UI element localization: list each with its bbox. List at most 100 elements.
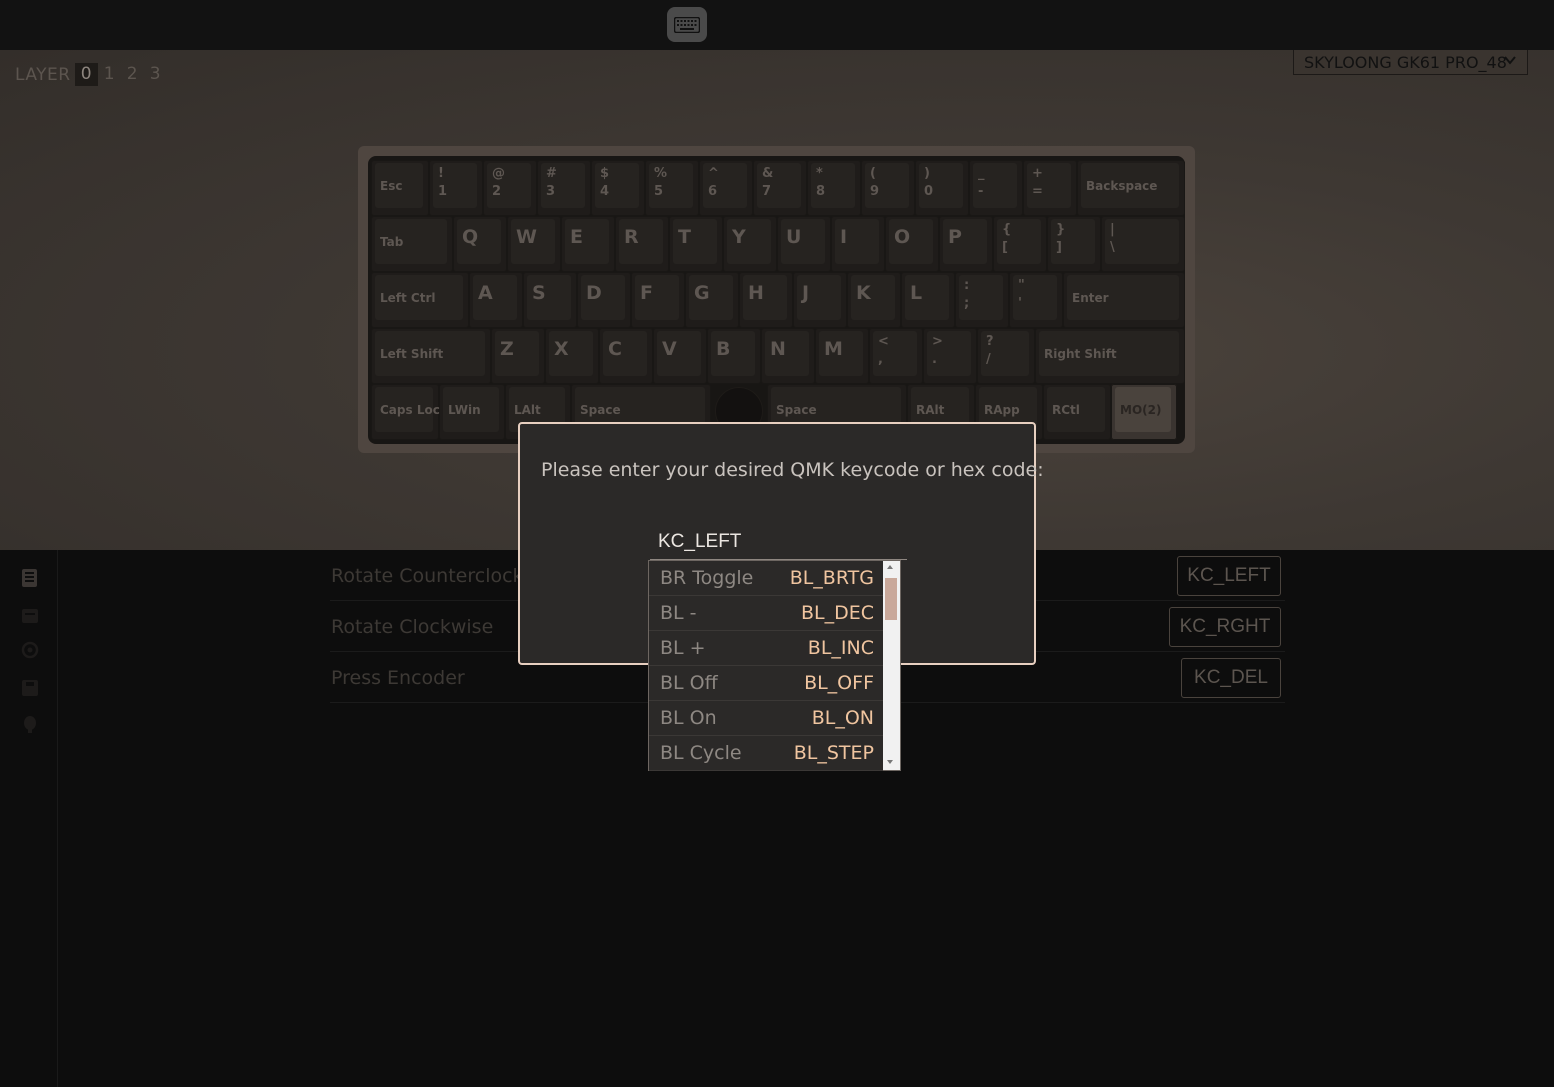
key-label: Caps Loc — [380, 403, 440, 417]
key[interactable]: & 7 — [753, 160, 807, 216]
keymap-icon[interactable] — [20, 568, 40, 588]
device-select[interactable]: SKYLOONG GK61 PRO_48 — [1293, 50, 1528, 75]
suggestion-item[interactable]: BL Cycle BL_STEP — [649, 736, 883, 771]
key[interactable]: Enter — [1063, 272, 1185, 328]
key[interactable]: LWin — [439, 384, 505, 440]
key[interactable]: X — [545, 328, 599, 384]
key[interactable]: C — [599, 328, 653, 384]
key[interactable]: L — [901, 272, 955, 328]
key-label: [ — [1002, 240, 1008, 255]
key[interactable]: B — [707, 328, 761, 384]
key-label: D — [586, 282, 602, 304]
key-label: Space — [580, 403, 621, 417]
key[interactable]: Backspace — [1077, 160, 1185, 216]
key[interactable]: O — [885, 216, 939, 272]
layer-2-button[interactable]: 2 — [121, 63, 144, 86]
key[interactable]: RCtl — [1043, 384, 1111, 440]
key[interactable]: % 5 — [645, 160, 699, 216]
sidebar — [0, 550, 58, 1087]
suggestion-list: BR Toggle BL_BRTG BL - BL_DEC BL + BL_INC BL O… — [649, 561, 883, 772]
key-label: RAlt — [916, 403, 945, 417]
key[interactable]: + = — [1023, 160, 1077, 216]
key[interactable]: A — [469, 272, 523, 328]
layer-3-button[interactable]: 3 — [144, 63, 167, 86]
key[interactable]: Tab — [371, 216, 453, 272]
key[interactable]: ) 0 — [915, 160, 969, 216]
scroll-thumb[interactable] — [885, 578, 897, 620]
suggestion-item[interactable]: BL - BL_DEC — [649, 596, 883, 631]
key[interactable]: Z — [491, 328, 545, 384]
key[interactable]: S — [523, 272, 577, 328]
encoder-cw-keycode-button[interactable]: KC_RGHT — [1169, 607, 1281, 647]
suggestion-name: BL + — [660, 637, 706, 659]
key[interactable]: Q — [453, 216, 507, 272]
key[interactable]: Right Shift — [1035, 328, 1185, 384]
suggestion-item[interactable]: BL On BL_ON — [649, 701, 883, 736]
key-label: P — [948, 226, 962, 248]
key[interactable]: I — [831, 216, 885, 272]
key[interactable]: * 8 — [807, 160, 861, 216]
key-label: K — [856, 282, 871, 304]
layer-0-button[interactable]: 0 — [74, 63, 98, 86]
key[interactable]: @2 — [483, 160, 537, 216]
key[interactable]: <, — [869, 328, 923, 384]
key[interactable]: Left Shift — [371, 328, 491, 384]
suggestion-item[interactable]: BR Toggle BL_BRTG — [649, 561, 883, 596]
key-label: R — [624, 226, 639, 248]
key[interactable]: Caps Loc — [371, 384, 440, 440]
debug-icon[interactable] — [20, 714, 40, 734]
layer-1-button[interactable]: 1 — [98, 63, 121, 86]
key[interactable]: T — [669, 216, 723, 272]
key[interactable]: Y — [723, 216, 777, 272]
key[interactable]: N — [761, 328, 815, 384]
key-label: / — [986, 352, 991, 367]
scroll-up-icon[interactable] — [887, 565, 893, 569]
encoder-press-keycode-button[interactable]: KC_DEL — [1181, 658, 1281, 698]
key[interactable]: }] — [1047, 216, 1101, 272]
key[interactable]: $4 — [591, 160, 645, 216]
save-icon[interactable] — [20, 678, 40, 698]
key[interactable]: U — [777, 216, 831, 272]
keycap — [1105, 219, 1179, 264]
configure-keyboard-icon[interactable] — [667, 7, 707, 42]
suggestion-name: BL On — [660, 707, 717, 729]
macros-icon[interactable] — [20, 606, 40, 626]
suggestion-item[interactable]: BL Off BL_OFF — [649, 666, 883, 701]
key[interactable]: V — [653, 328, 707, 384]
key[interactable]: K — [847, 272, 901, 328]
key[interactable]: ^ 6 — [699, 160, 753, 216]
keycode-input[interactable] — [650, 524, 907, 560]
key[interactable]: E — [561, 216, 615, 272]
key[interactable]: :; — [955, 272, 1009, 328]
key-label: , — [878, 352, 883, 367]
key[interactable]: R — [615, 216, 669, 272]
key[interactable]: (9 — [861, 160, 915, 216]
key[interactable]: #3 — [537, 160, 591, 216]
key-shift-label: + — [1032, 166, 1043, 181]
key[interactable]: Left Ctrl — [371, 272, 469, 328]
key[interactable]: MO(2) — [1111, 384, 1177, 440]
key[interactable]: Esc — [371, 160, 429, 216]
key[interactable]: _ - — [969, 160, 1023, 216]
suggestion-item[interactable]: BL + BL_INC — [649, 631, 883, 666]
key-label: N — [770, 338, 786, 360]
key[interactable]: | \ — [1101, 216, 1185, 272]
key[interactable]: G — [685, 272, 739, 328]
key[interactable]: D — [577, 272, 631, 328]
key[interactable]: J — [793, 272, 847, 328]
key[interactable]: H — [739, 272, 793, 328]
key[interactable]: W — [507, 216, 561, 272]
scroll-down-icon[interactable] — [887, 760, 893, 764]
key[interactable]: ? / — [977, 328, 1035, 384]
key[interactable]: " ' — [1009, 272, 1063, 328]
key-label: Left Shift — [380, 347, 444, 361]
key[interactable]: {[ — [993, 216, 1047, 272]
lighting-icon[interactable] — [20, 640, 40, 660]
key[interactable]: M — [815, 328, 869, 384]
key[interactable]: ! 1 — [429, 160, 483, 216]
key[interactable]: P — [939, 216, 993, 272]
suggestion-scrollbar[interactable] — [883, 561, 900, 770]
key[interactable]: >. — [923, 328, 977, 384]
encoder-ccw-keycode-button[interactable]: KC_LEFT — [1177, 556, 1281, 596]
key[interactable]: F — [631, 272, 685, 328]
